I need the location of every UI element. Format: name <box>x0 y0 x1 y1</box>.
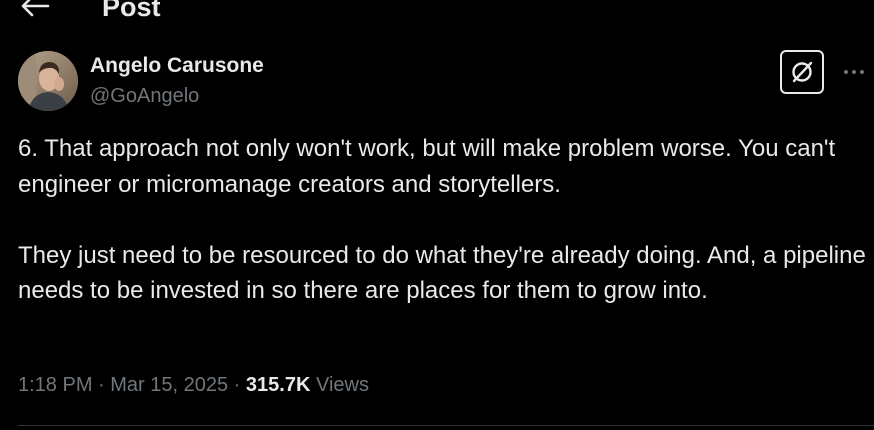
tweet-timestamp[interactable]: 1:18 PM · Mar 15, 2025 <box>18 374 228 396</box>
more-options-button[interactable] <box>840 60 870 84</box>
meta-separator: · <box>92 374 111 396</box>
tweet-meta: 1:18 PM · Mar 15, 2025 · 315.7K Views <box>18 372 369 398</box>
grok-icon <box>792 61 813 83</box>
author-name[interactable]: Angelo Carusone <box>90 53 264 79</box>
back-button[interactable] <box>18 0 52 20</box>
avatar[interactable] <box>18 51 78 111</box>
divider <box>18 425 874 426</box>
tweet-time: 1:18 PM <box>18 374 93 396</box>
arrow-left-icon <box>21 0 50 17</box>
more-horizontal-icon <box>844 70 864 74</box>
avatar-photo <box>18 51 78 111</box>
tweet-paragraph: 6. That approach not only won't work, bu… <box>18 135 836 198</box>
author-handle[interactable]: @GoAngelo <box>90 84 199 108</box>
tweet-paragraph: They just need to be resourced to do wha… <box>18 241 866 305</box>
page-title: Post <box>102 0 161 22</box>
views-label: Views <box>310 374 369 396</box>
views-count: 315.7K <box>245 374 311 396</box>
tweet-date: Mar 15, 2025 <box>110 374 229 396</box>
tweet-text: 6. That approach not only won't work, bu… <box>18 131 868 309</box>
grok-button[interactable] <box>780 50 824 94</box>
top-bar: Post <box>0 0 874 24</box>
meta-separator: · <box>228 374 246 396</box>
